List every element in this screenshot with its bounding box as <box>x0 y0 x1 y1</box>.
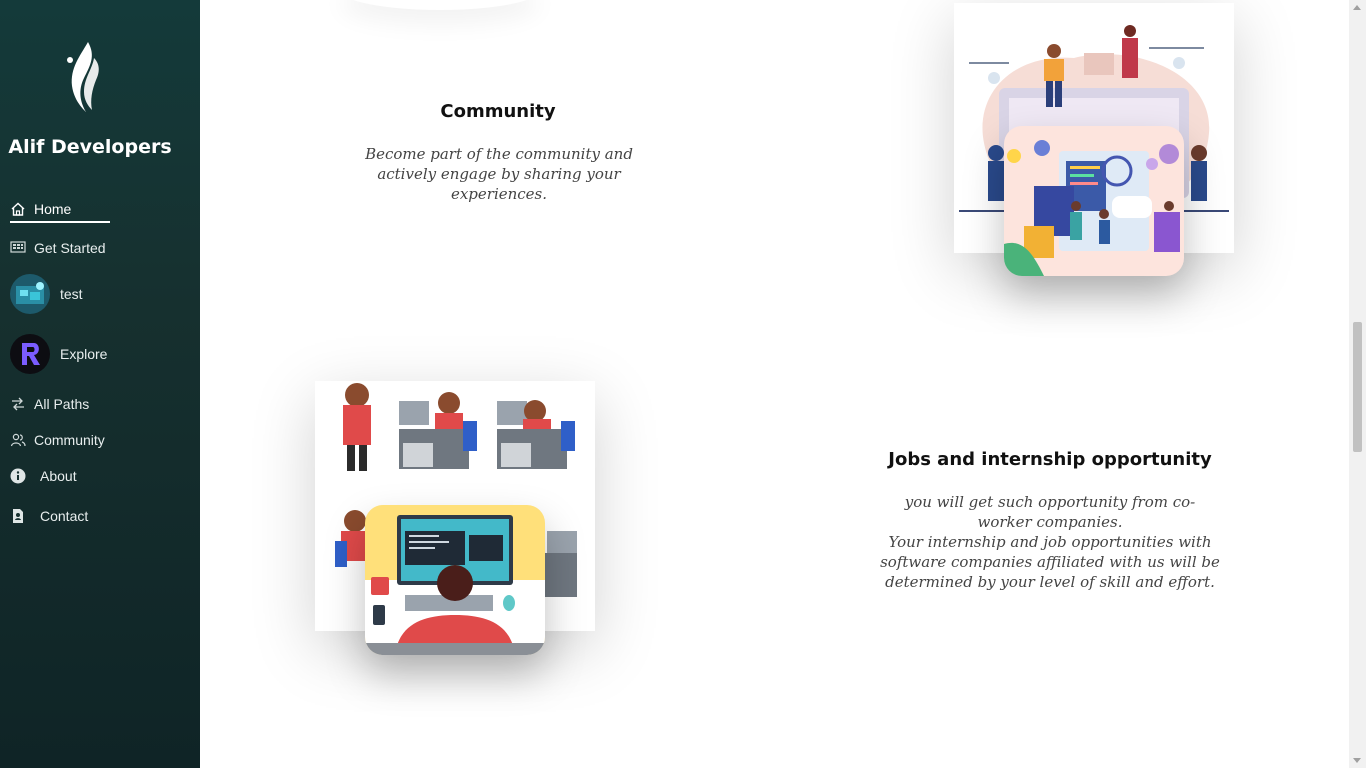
community-icon <box>10 433 26 447</box>
sidebar-item-explore[interactable]: Explore <box>10 334 107 374</box>
sidebar-item-all-paths[interactable]: All Paths <box>10 396 89 412</box>
sidebar-item-test[interactable]: test <box>10 274 83 314</box>
info-icon <box>10 468 26 484</box>
coder-illustration <box>365 515 545 655</box>
grid-icon <box>10 241 26 253</box>
sidebar: Alif Developers Home Get Started test Ex… <box>0 0 200 768</box>
brand-name: Alif Developers <box>8 136 172 158</box>
jobs-illustration-front <box>365 505 545 655</box>
sidebar-item-get-started[interactable]: Get Started <box>10 240 106 256</box>
sidebar-item-home[interactable]: Home <box>10 201 110 223</box>
sidebar-item-label: Explore <box>60 346 108 362</box>
sidebar-item-label: Community <box>34 432 105 448</box>
vertical-scrollbar[interactable] <box>1349 0 1366 768</box>
scroll-thumb[interactable] <box>1353 322 1362 452</box>
home-icon <box>11 202 25 216</box>
sidebar-item-about[interactable]: About <box>10 468 77 484</box>
r-logo-icon <box>10 334 50 374</box>
sidebar-item-label: Get Started <box>34 240 106 256</box>
sidebar-item-community[interactable]: Community <box>10 432 105 448</box>
community-description: Become part of the community and activel… <box>365 145 633 203</box>
jobs-description-2: Your internship and job opportunities wi… <box>880 533 1220 591</box>
paths-icon <box>12 397 24 411</box>
previous-card-shadow <box>340 0 540 10</box>
sidebar-item-label: Home <box>34 201 72 217</box>
alif-logo-icon <box>67 42 99 112</box>
sidebar-item-contact[interactable]: Contact <box>10 508 88 524</box>
jobs-title: Jobs and internship opportunity <box>888 449 1212 470</box>
sidebar-item-label: About <box>40 468 77 484</box>
sidebar-item-label: Contact <box>40 508 89 524</box>
avatar <box>10 274 50 314</box>
jobs-description-1: you will get such opportunity from co-wo… <box>904 493 1196 531</box>
scroll-down-icon[interactable] <box>1353 758 1361 763</box>
sidebar-item-label: test <box>60 286 83 302</box>
contact-icon <box>13 509 23 523</box>
community-title: Community <box>440 101 556 122</box>
developers-illustration <box>1004 140 1180 276</box>
community-illustration-front <box>1004 126 1184 276</box>
sidebar-item-label: All Paths <box>34 396 90 412</box>
scroll-up-icon[interactable] <box>1353 5 1361 10</box>
